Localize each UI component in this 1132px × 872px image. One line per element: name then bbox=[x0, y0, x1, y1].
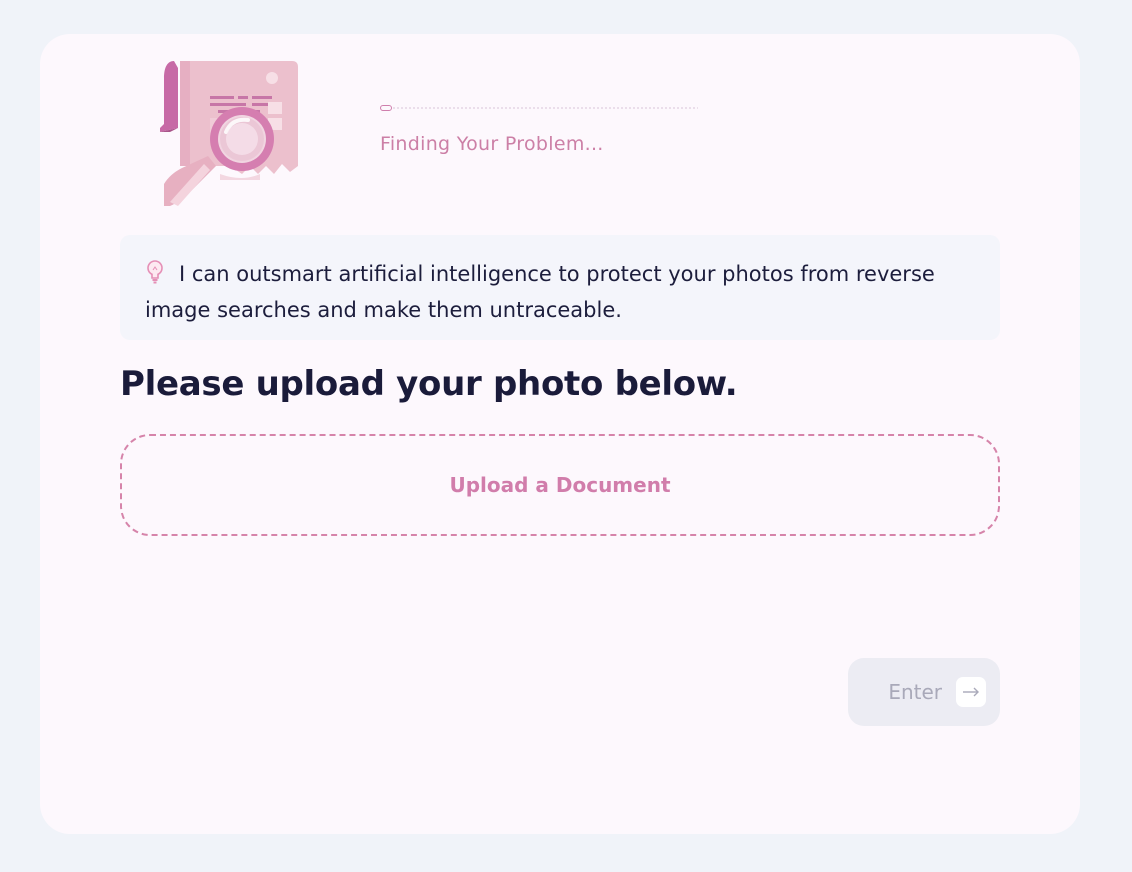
progress-fill bbox=[380, 105, 392, 111]
tip-box: I can outsmart artificial intelligence t… bbox=[120, 235, 1000, 340]
lightbulb-icon bbox=[147, 260, 163, 284]
upload-dropzone[interactable]: Upload a Document bbox=[120, 434, 1000, 536]
enter-button[interactable]: Enter bbox=[848, 658, 1000, 726]
upload-document-label[interactable]: Upload a Document bbox=[449, 473, 670, 497]
enter-button-label: Enter bbox=[888, 680, 942, 704]
document-search-illustration bbox=[160, 61, 298, 206]
tip-text: I can outsmart artificial intelligence t… bbox=[145, 262, 935, 322]
page-heading: Please upload your photo below. bbox=[120, 364, 738, 404]
main-card: Finding Your Problem... I can outsmart a… bbox=[40, 34, 1080, 834]
arrow-right-icon bbox=[956, 677, 986, 707]
progress-track bbox=[380, 106, 698, 110]
progress-status-text: Finding Your Problem... bbox=[380, 133, 604, 155]
progress-bar bbox=[380, 105, 700, 111]
